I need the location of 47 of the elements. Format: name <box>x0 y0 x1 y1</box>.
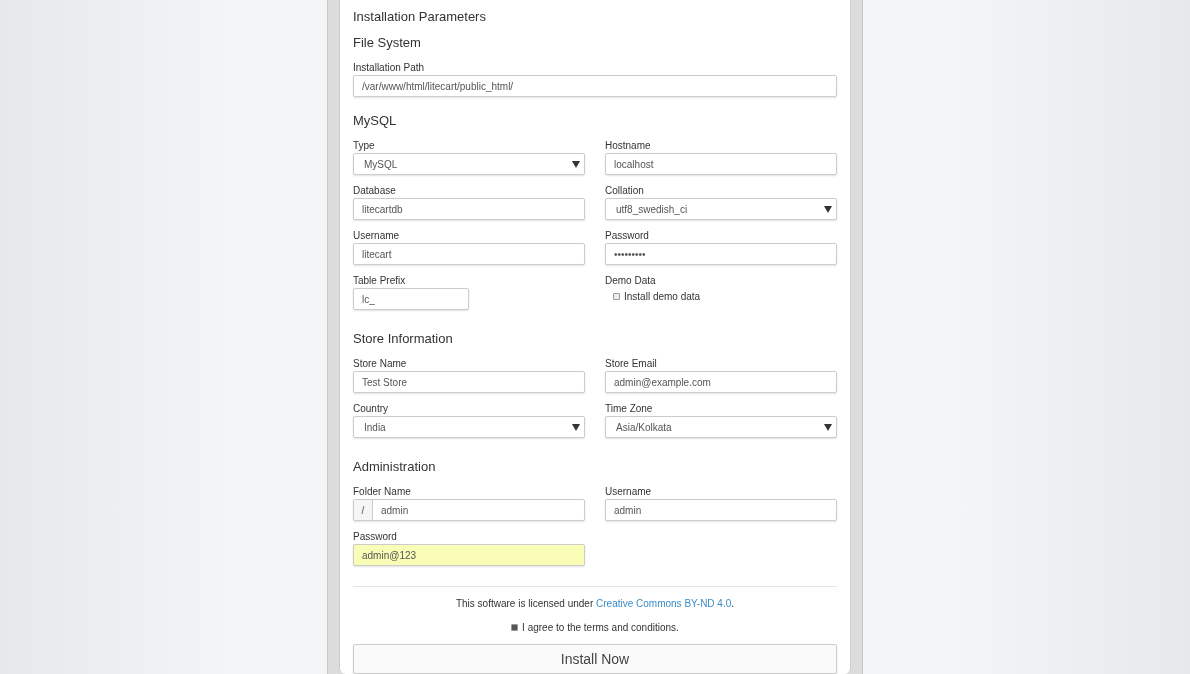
dropdown[interactable]: Asia/Kolkata <box>605 416 837 438</box>
dropdown[interactable]: utf8_swedish_ci <box>605 198 837 220</box>
input-field[interactable]: localhost <box>605 153 837 175</box>
field-label: Password <box>605 229 650 243</box>
dropdown[interactable]: India <box>353 416 585 438</box>
input-prefix: / <box>354 500 373 520</box>
agree-checkbox[interactable]: I agree to the terms and conditions. <box>511 620 679 635</box>
field-label: Database <box>353 184 397 198</box>
field-label: Type <box>353 139 376 153</box>
field-label: Hostname <box>605 139 652 153</box>
field-label: Country <box>353 402 389 416</box>
field-label: Collation <box>605 184 645 198</box>
input-field[interactable]: litecart <box>353 243 585 265</box>
field-label: Username <box>353 229 401 243</box>
section-heading: Store Information <box>353 330 454 348</box>
field-label: Table Prefix <box>353 274 407 288</box>
caret-icon <box>824 423 832 431</box>
caret-icon <box>572 423 580 431</box>
section-heading: MySQL <box>353 112 398 130</box>
checkbox[interactable] <box>613 292 620 300</box>
section-heading: File System <box>353 34 422 52</box>
field-label: Demo Data <box>605 274 657 288</box>
input-field[interactable]: / admin <box>353 499 585 521</box>
license-text: This software is licensed under Creative Commons BY-ND 4.0. <box>454 597 736 611</box>
input-field[interactable]: Test Store <box>353 371 585 393</box>
field-label: Folder Name <box>353 485 412 499</box>
password-field[interactable]: ••••••••• <box>605 243 837 265</box>
field-label: Username <box>605 485 653 499</box>
field-label: Time Zone <box>605 402 654 416</box>
field-label: Password <box>353 530 398 544</box>
input-field[interactable]: admin@123 <box>353 544 585 566</box>
dropdown[interactable]: MySQL <box>353 153 585 175</box>
field-label: Store Name <box>353 357 408 371</box>
field-label: Installation Path <box>353 61 426 75</box>
field-label: Store Email <box>605 357 658 371</box>
checkbox-option[interactable]: Install demo data <box>605 285 837 307</box>
form-title: Installation Parameters <box>353 8 487 26</box>
input-field[interactable]: admin <box>605 499 837 521</box>
input-field[interactable]: litecartdb <box>353 198 585 220</box>
input-field[interactable]: /var/www/html/litecart/public_html/ <box>353 75 837 97</box>
checkbox[interactable] <box>511 624 519 631</box>
section-heading: Administration <box>353 458 437 476</box>
install-now-button[interactable]: Install Now <box>353 644 837 674</box>
caret-icon <box>824 205 832 213</box>
input-field[interactable]: lc_ <box>353 288 469 310</box>
caret-icon <box>572 160 580 168</box>
input-field[interactable]: admin@example.com <box>605 371 837 393</box>
